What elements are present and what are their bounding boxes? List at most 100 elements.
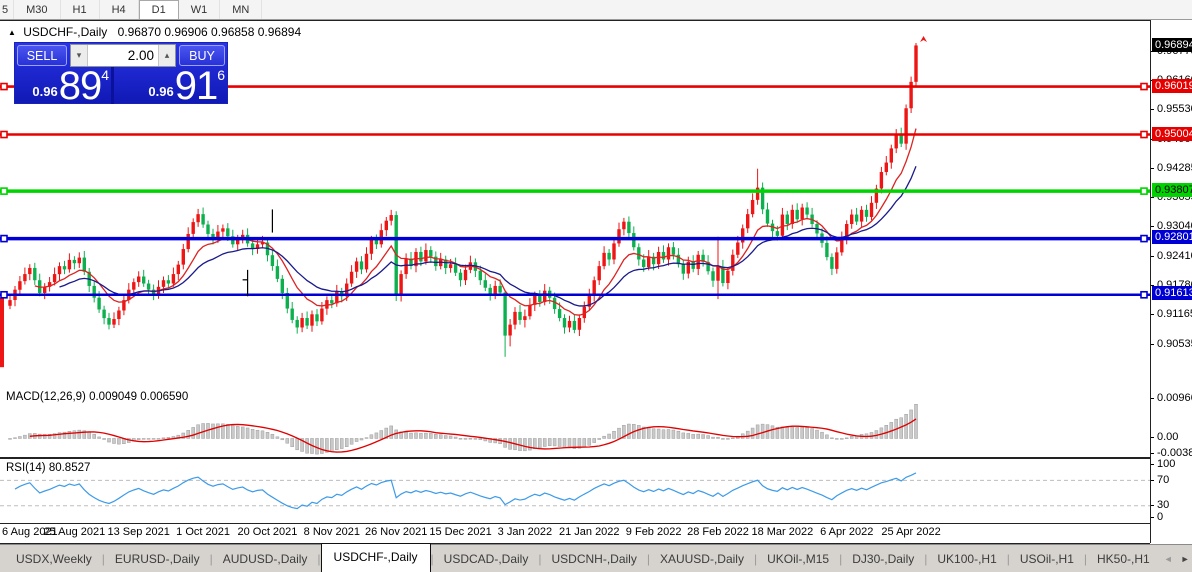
chevron-down-icon: ▾ — [77, 50, 82, 61]
tab-eurusd-daily[interactable]: EURUSD-,Daily — [105, 548, 210, 570]
axis-tick — [1151, 517, 1154, 518]
axis-tick — [1151, 453, 1154, 454]
buy-price-pip: 6 — [217, 69, 225, 81]
date-label: 13 Sep 2021 — [106, 526, 172, 538]
tab-uk100-h1[interactable]: UK100-,H1 — [927, 548, 1006, 570]
macd-axis-label: 0.009663 — [1157, 392, 1192, 405]
hline-price-label: 0.95004 — [1152, 127, 1192, 141]
timeframe-button-h1[interactable]: H1 — [61, 0, 100, 19]
date-label: 8 Nov 2021 — [299, 526, 365, 538]
date-label: 1 Oct 2021 — [170, 526, 236, 538]
macd-histogram — [9, 404, 918, 454]
hline-0.93807 — [0, 188, 1150, 194]
rsi-axis-label: 0 — [1157, 511, 1163, 524]
date-label: 28 Feb 2022 — [685, 526, 751, 538]
tab-usdcad-daily[interactable]: USDCAD-,Daily — [434, 548, 539, 570]
date-label: 26 Nov 2021 — [363, 526, 429, 538]
tab-dj30-daily[interactable]: DJ30-,Daily — [842, 548, 924, 570]
buy-price-big: 91 — [175, 69, 218, 103]
volume-decrease-button[interactable]: ▾ — [71, 45, 88, 66]
axis-tick — [1151, 344, 1154, 345]
tab-usdchf-daily[interactable]: USDCHF-,Daily — [321, 543, 431, 572]
hline-price-label: 0.93807 — [1152, 183, 1192, 197]
rsi-line — [15, 473, 916, 509]
hline-0.91613 — [0, 292, 1150, 298]
timeframe-button-5[interactable]: 5 — [0, 0, 14, 19]
buy-price-display[interactable]: 0.96916 — [116, 67, 239, 103]
date-label: 20 Oct 2021 — [234, 526, 300, 538]
sell-price-display[interactable]: 0.96894 — [17, 67, 113, 103]
tab-usdx-weekly[interactable]: USDX,Weekly — [6, 548, 102, 570]
mt4-terminal: 5M30H1H4D1W1MN ▲ USDCHF-,Daily 0.96870 0… — [0, 0, 1192, 572]
timeframe-button-d1[interactable]: D1 — [139, 0, 179, 19]
volume-input[interactable] — [88, 45, 158, 66]
sell-price-big: 89 — [59, 69, 102, 103]
tab-scroll-right-icon[interactable]: ► — [1177, 554, 1192, 564]
macd-axis-label: 0.00 — [1157, 431, 1178, 444]
buy-button[interactable]: BUY — [179, 45, 225, 66]
price-tick-label: 0.92410 — [1157, 250, 1192, 263]
price-arrow-marker — [920, 36, 927, 42]
rsi-label: RSI(14) 80.8527 — [6, 462, 90, 474]
chevron-up-icon: ▴ — [165, 50, 170, 61]
tab-hk50-h1[interactable]: HK50-,H1 — [1087, 548, 1160, 570]
chart-header: ▲ USDCHF-,Daily 0.96870 0.96906 0.96858 … — [8, 25, 301, 39]
hline-price-label: 0.92801 — [1152, 230, 1192, 244]
timeframe-button-h4[interactable]: H4 — [100, 0, 139, 19]
buy-price-prefix: 0.96 — [148, 81, 173, 103]
price-tick-label: 0.90535 — [1157, 338, 1192, 351]
axis-tick — [1151, 168, 1154, 169]
volume-increase-button[interactable]: ▴ — [158, 45, 175, 66]
axis-tick — [1151, 256, 1154, 257]
timeframe-toolbar: 5M30H1H4D1W1MN — [0, 0, 1192, 20]
axis-tick — [1151, 197, 1154, 198]
timeframe-button-mn[interactable]: MN — [220, 0, 262, 19]
chart-ohlc-values: 0.96870 0.96906 0.96858 0.96894 — [118, 25, 302, 39]
date-label: 3 Jan 2022 — [492, 526, 558, 538]
date-label: 9 Feb 2022 — [621, 526, 687, 538]
tab-scroll-left-icon[interactable]: ◄ — [1160, 554, 1177, 564]
axis-tick — [1151, 226, 1154, 227]
axis-tick — [1151, 314, 1154, 315]
date-label: 18 Mar 2022 — [749, 526, 815, 538]
hline-price-label: 0.91613 — [1152, 286, 1192, 300]
date-label: 25 Apr 2022 — [878, 526, 944, 538]
axis-tick — [1151, 109, 1154, 110]
sell-price-prefix: 0.96 — [32, 81, 57, 103]
price-tick-label: 0.95530 — [1157, 103, 1192, 116]
tab-usdcnh-daily[interactable]: USDCNH-,Daily — [541, 548, 646, 570]
date-label: 15 Dec 2021 — [428, 526, 494, 538]
price-tick-label: 0.91165 — [1157, 308, 1192, 321]
hline-price-label: 0.96019 — [1152, 79, 1192, 93]
rsi-plot[interactable] — [0, 459, 1150, 524]
sell-button[interactable]: SELL — [17, 45, 67, 66]
date-label: 6 Apr 2022 — [814, 526, 880, 538]
tab-audusd-daily[interactable]: AUDUSD-,Daily — [213, 548, 318, 570]
current-price-label: 0.96894 — [1152, 38, 1192, 52]
tab-usoil-h1[interactable]: USOil-,H1 — [1010, 548, 1084, 570]
sell-price-pip: 4 — [101, 69, 109, 81]
chart-tab-bar: USDX,Weekly|EURUSD-,Daily|AUDUSD-,Daily|… — [0, 544, 1192, 572]
hline-0.92801 — [0, 236, 1150, 242]
price-axis[interactable]: 0.967750.961600.955300.949000.942850.936… — [1151, 20, 1192, 543]
timeframe-button-m30[interactable]: M30 — [14, 0, 60, 19]
collapse-triangle-icon[interactable]: ▲ — [8, 28, 16, 37]
time-axis[interactable]: 6 Aug 202125 Aug 202113 Sep 20211 Oct 20… — [0, 524, 1150, 544]
date-label: 21 Jan 2022 — [556, 526, 622, 538]
tab-ukoil-m15[interactable]: UKOil-,M15 — [757, 548, 839, 570]
date-label: 25 Aug 2021 — [41, 526, 107, 538]
trade-panel: SELL ▾ ▴ BUY 0.96894 0.96916 — [14, 42, 228, 104]
axis-tick — [1151, 505, 1154, 506]
timeframe-button-w1[interactable]: W1 — [179, 0, 221, 19]
axis-tick — [1151, 398, 1154, 399]
rsi-axis-label: 70 — [1157, 474, 1169, 487]
axis-tick — [1151, 437, 1154, 438]
tab-xauusd-daily[interactable]: XAUUSD-,Daily — [650, 548, 754, 570]
axis-tick — [1151, 464, 1154, 465]
hline-0.95004 — [0, 132, 1150, 138]
axis-tick — [1151, 480, 1154, 481]
chart-title: USDCHF-,Daily — [23, 25, 107, 39]
macd-label: MACD(12,26,9) 0.009049 0.006590 — [6, 391, 188, 403]
rsi-axis-label: 100 — [1157, 458, 1175, 471]
price-tick-label: 0.94285 — [1157, 162, 1192, 175]
